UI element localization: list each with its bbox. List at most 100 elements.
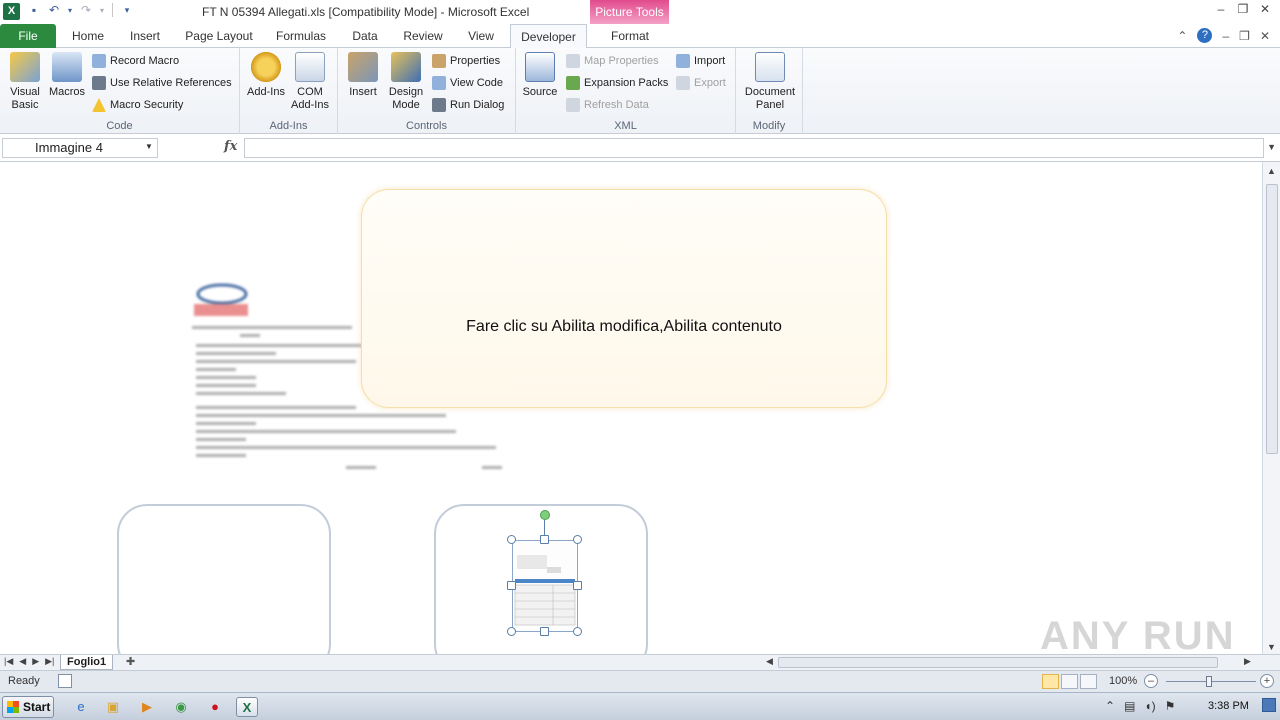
insert-function-icon[interactable]: fx (224, 139, 237, 154)
expansion-packs-icon (566, 76, 580, 90)
customize-qat-icon[interactable]: ▾ (119, 5, 135, 16)
import-button[interactable]: Import (676, 54, 725, 68)
scroll-left-icon[interactable]: ◀ (766, 656, 773, 667)
macro-security-button[interactable]: Macro Security (92, 98, 183, 112)
restore-icon[interactable]: ❐ (1236, 2, 1250, 16)
excel-taskbar-icon[interactable]: X (236, 697, 258, 717)
tab-insert[interactable]: Insert (122, 24, 168, 48)
scroll-up-icon[interactable]: ▲ (1267, 166, 1276, 176)
excel-app-icon[interactable]: X (3, 3, 20, 20)
insert-sheet-icon[interactable]: ✚ (126, 655, 135, 668)
horizontal-scroll-thumb[interactable] (778, 657, 1218, 668)
name-box-dropdown-icon[interactable]: ▼ (145, 142, 153, 151)
visual-basic-button[interactable]: Visual Basic (4, 52, 46, 112)
expand-formula-bar-icon[interactable]: ▼ (1267, 142, 1276, 152)
document-panel-button[interactable]: Document Panel (740, 52, 800, 112)
properties-button[interactable]: Properties (432, 54, 500, 68)
zoom-slider-thumb[interactable] (1206, 676, 1212, 687)
tab-developer[interactable]: Developer (510, 24, 587, 49)
tab-file[interactable]: File (0, 24, 56, 48)
redo-dropdown-icon[interactable]: ▾ (98, 6, 106, 15)
worksheet-area[interactable]: Fare clic su Abilita modifica,Abilita co… (0, 162, 1262, 654)
next-sheet-icon[interactable]: ▶ (32, 656, 39, 667)
volume-icon[interactable]: ◖) (1144, 699, 1155, 713)
record-macro-button[interactable]: Record Macro (92, 54, 179, 68)
internet-explorer-icon[interactable]: e (70, 697, 92, 717)
map-properties-button[interactable]: Map Properties (566, 54, 659, 68)
page-break-preview-button[interactable] (1080, 674, 1097, 689)
macro-recording-icon[interactable] (58, 674, 72, 688)
taskbar-clock[interactable]: 3:38 PM (1208, 700, 1249, 712)
undo-dropdown-icon[interactable]: ▾ (66, 6, 74, 15)
formula-input[interactable] (244, 138, 1264, 158)
add-ins-button[interactable]: Add-Ins (244, 52, 288, 99)
resize-handle-right[interactable] (573, 581, 582, 590)
zoom-out-icon[interactable]: – (1144, 674, 1158, 688)
tab-home[interactable]: Home (64, 24, 112, 48)
view-code-button[interactable]: View Code (432, 76, 503, 90)
resize-handle-top-left[interactable] (507, 535, 516, 544)
source-button[interactable]: Source (520, 52, 560, 99)
normal-view-button[interactable] (1042, 674, 1059, 689)
resize-handle-top-right[interactable] (573, 535, 582, 544)
use-relative-references-button[interactable]: Use Relative References (92, 76, 232, 90)
tab-page-layout[interactable]: Page Layout (180, 24, 258, 48)
page-layout-view-button[interactable] (1061, 674, 1078, 689)
resize-handle-bottom-left[interactable] (507, 627, 516, 636)
resize-handle-top[interactable] (540, 535, 549, 544)
export-button[interactable]: Export (676, 76, 726, 90)
zoom-in-icon[interactable]: + (1260, 674, 1274, 688)
vertical-scroll-thumb[interactable] (1266, 184, 1278, 454)
design-mode-button[interactable]: Design Mode (384, 52, 428, 112)
rotation-handle[interactable] (540, 510, 550, 520)
group-modify: Document Panel Modify (736, 48, 803, 134)
network-icon[interactable]: ▤ (1124, 699, 1135, 713)
tab-review[interactable]: Review (396, 24, 450, 48)
scroll-right-icon[interactable]: ▶ (1244, 656, 1251, 667)
doc-restore-icon[interactable]: ❐ (1239, 29, 1250, 43)
redo-icon[interactable]: ↷ (78, 3, 94, 17)
media-player-icon[interactable]: ▶ (136, 697, 158, 717)
resize-handle-bottom[interactable] (540, 627, 549, 636)
run-dialog-button[interactable]: Run Dialog (432, 98, 504, 112)
undo-icon[interactable]: ↶ (46, 3, 62, 17)
minimize-icon[interactable]: – (1214, 2, 1228, 16)
tab-view[interactable]: View (460, 24, 502, 48)
close-icon[interactable]: ✕ (1258, 2, 1272, 16)
show-desktop-button[interactable] (1262, 698, 1276, 712)
tab-format[interactable]: Format (594, 24, 666, 48)
insert-control-button[interactable]: Insert (344, 52, 382, 99)
expansion-packs-button[interactable]: Expansion Packs (566, 76, 668, 90)
horizontal-scrollbar[interactable]: ◀ ▶ (760, 656, 1258, 669)
rounded-frame-left[interactable] (117, 504, 331, 654)
last-sheet-icon[interactable]: ▶| (45, 656, 54, 667)
prev-sheet-icon[interactable]: ◀ (19, 656, 26, 667)
sheet-tab-foglio1[interactable]: Foglio1 (60, 655, 114, 670)
tab-data[interactable]: Data (344, 24, 386, 48)
vertical-scrollbar[interactable]: ▲ ▼ (1262, 162, 1280, 656)
tray-expand-icon[interactable]: ⌃ (1105, 699, 1115, 713)
enable-content-notice[interactable]: Fare clic su Abilita modifica,Abilita co… (361, 189, 887, 408)
doc-close-icon[interactable]: ✕ (1260, 29, 1270, 43)
resize-handle-bottom-right[interactable] (573, 627, 582, 636)
doc-minimize-icon[interactable]: – (1222, 29, 1229, 43)
start-button[interactable]: Start (2, 696, 54, 718)
com-add-ins-button[interactable]: COM Add-Ins (288, 52, 332, 112)
selected-picture-immagine-4[interactable] (512, 540, 578, 632)
chrome-icon[interactable]: ◉ (170, 697, 192, 717)
macros-button[interactable]: Macros (46, 52, 88, 99)
resize-handle-left[interactable] (507, 581, 516, 590)
save-icon[interactable]: ▪ (26, 3, 42, 17)
minimize-ribbon-icon[interactable]: ⌃ (1177, 29, 1187, 43)
name-box[interactable]: Immagine 4 (2, 138, 158, 158)
opera-icon[interactable]: ● (204, 697, 226, 717)
first-sheet-icon[interactable]: |◀ (4, 656, 13, 667)
refresh-data-button[interactable]: Refresh Data (566, 98, 649, 112)
file-explorer-icon[interactable]: ▣ (102, 697, 124, 717)
action-center-flag-icon[interactable]: ⚑ (1165, 699, 1176, 713)
view-code-icon (432, 76, 446, 90)
scroll-down-icon[interactable]: ▼ (1267, 642, 1276, 652)
tab-formulas[interactable]: Formulas (270, 24, 332, 48)
zoom-level[interactable]: 100% (1109, 675, 1137, 687)
help-icon[interactable]: ? (1197, 28, 1213, 43)
